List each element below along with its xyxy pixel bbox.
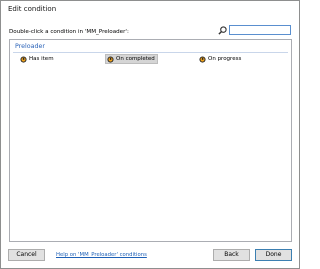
condition-on-completed[interactable]: On completed xyxy=(105,54,158,64)
condition-has-item[interactable]: Has item xyxy=(19,55,56,63)
condition-list[interactable]: Preloader Has item On completed On progr… xyxy=(9,39,292,242)
instruction-text: Double-click a condition in 'MM_Preloade… xyxy=(9,29,129,35)
group-header-preloader: Preloader xyxy=(15,43,45,50)
condition-icon xyxy=(20,55,27,63)
done-button[interactable]: Done xyxy=(255,249,292,261)
window-title: Edit condition xyxy=(8,5,57,13)
condition-icon xyxy=(199,55,206,63)
edit-condition-dialog: Edit condition Double-click a condition … xyxy=(0,0,300,269)
back-button[interactable]: Back xyxy=(213,249,250,261)
cancel-button[interactable]: Cancel xyxy=(8,249,45,261)
condition-label: On completed xyxy=(116,56,155,62)
help-link[interactable]: Help on 'MM_Preloader' conditions xyxy=(56,252,147,258)
condition-label: Has item xyxy=(29,56,54,62)
search-input[interactable] xyxy=(229,25,291,35)
title-bar: Edit condition xyxy=(1,1,299,18)
condition-label: On progress xyxy=(208,56,242,62)
condition-icon xyxy=(107,55,114,63)
magnifier-icon xyxy=(218,26,227,35)
condition-on-progress[interactable]: On progress xyxy=(198,55,243,63)
group-divider xyxy=(13,52,288,53)
